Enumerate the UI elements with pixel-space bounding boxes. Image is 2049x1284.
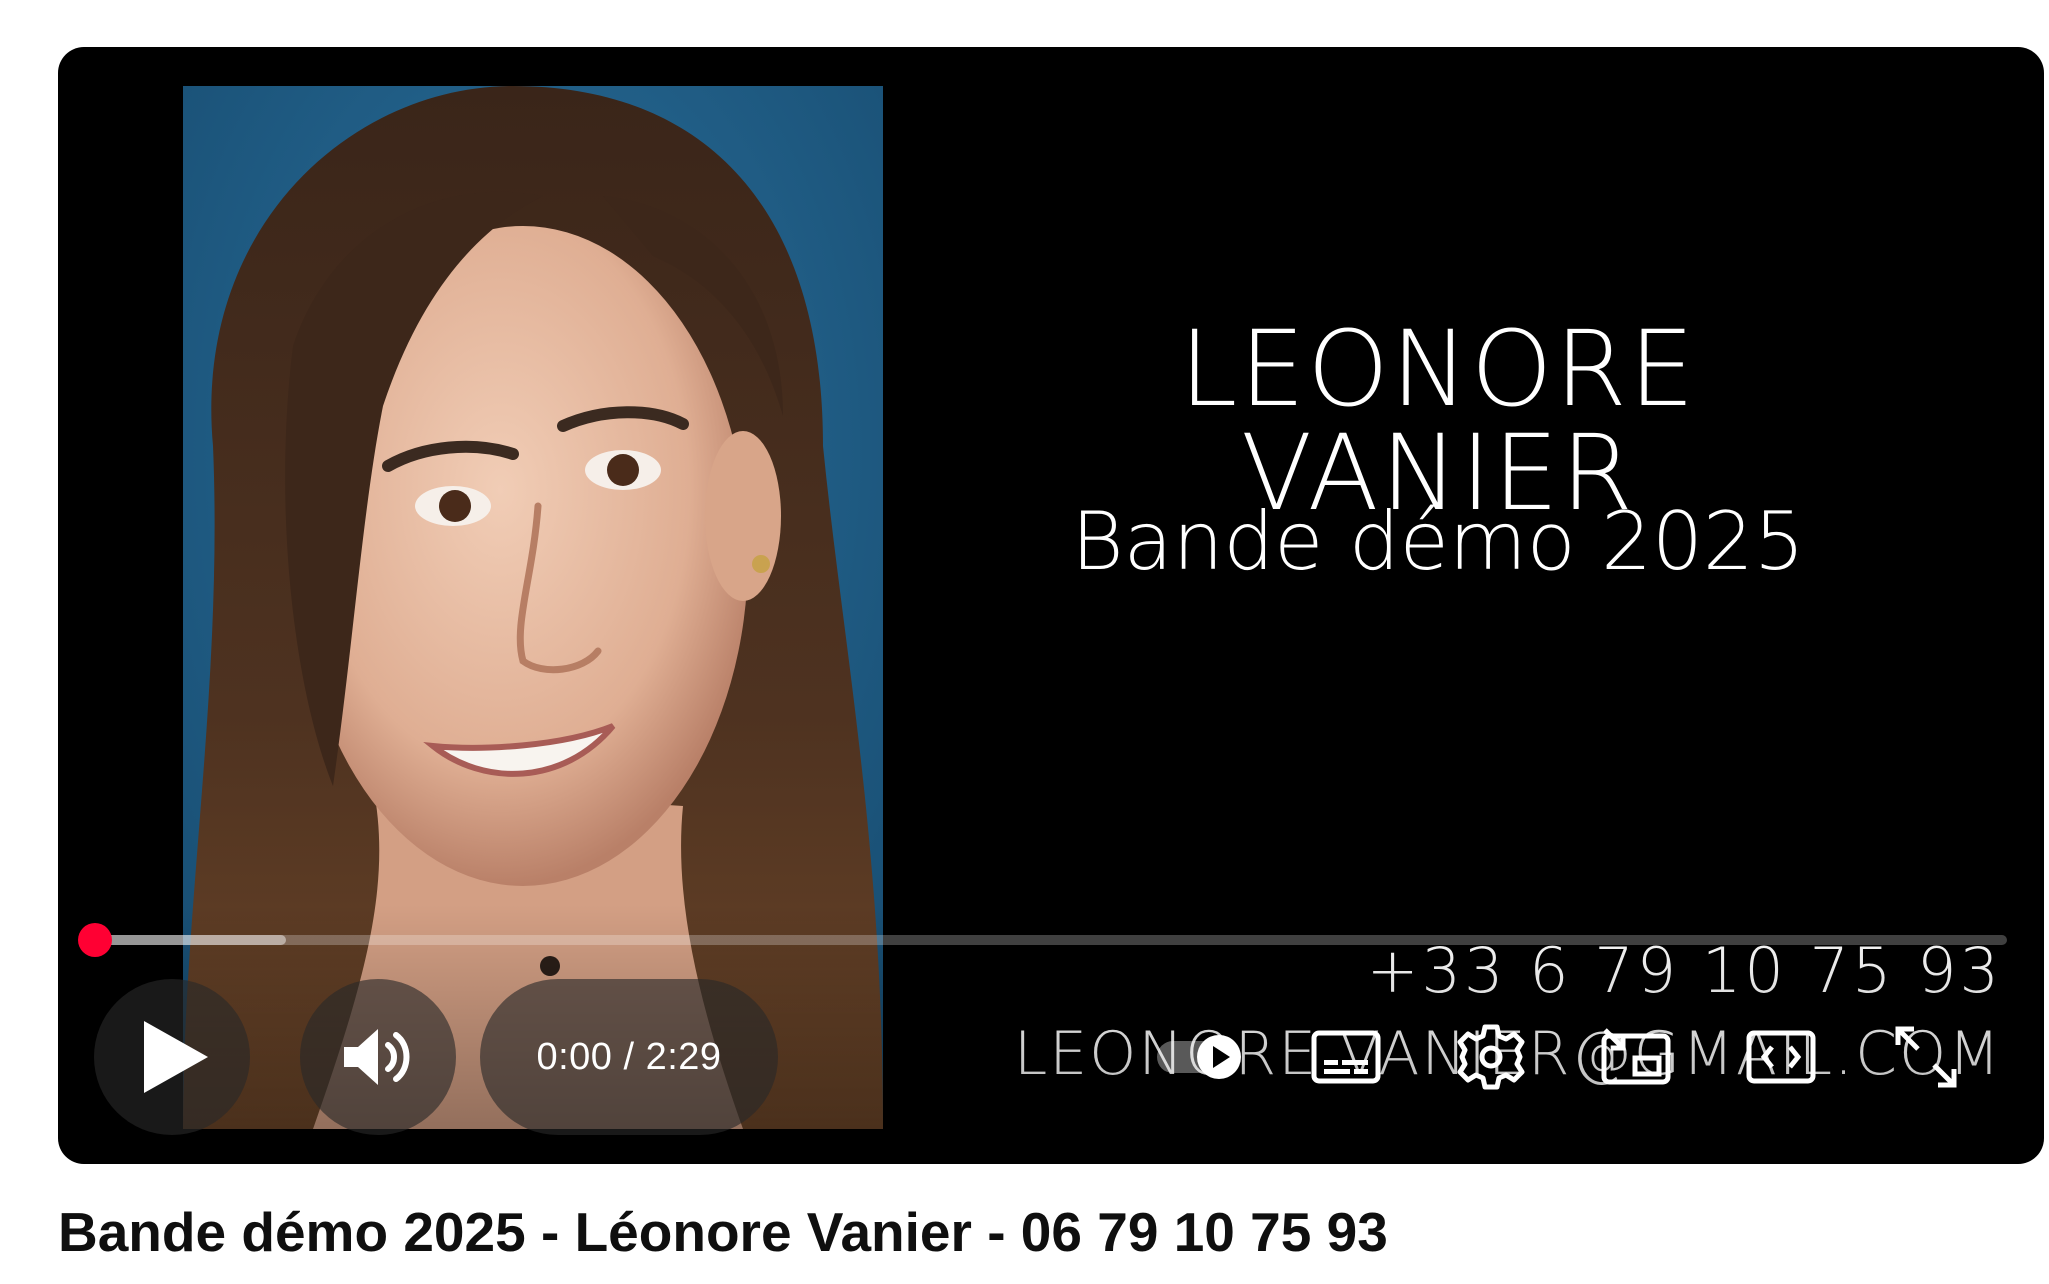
video-title: Bande démo 2025 - Léonore Vanier - 06 79… [58,1201,1388,1263]
subtitles-button[interactable] [1298,1009,1394,1105]
video-player[interactable]: LEONORE VANIER Bande démo 2025 +33 6 79 … [58,47,2044,1164]
fullscreen-button[interactable] [1878,1009,1974,1105]
miniplayer-button[interactable] [1588,1009,1684,1105]
play-icon [144,1021,208,1093]
theater-mode-icon [1746,1030,1816,1084]
progress-bar[interactable] [78,923,2007,957]
progress-scrubber[interactable] [78,923,112,957]
progress-buffered [95,935,287,945]
overlay-phone: +33 6 79 10 75 93 [1366,934,2002,1007]
gear-icon [1457,1024,1525,1090]
portrait-illustration [183,86,883,1129]
volume-button[interactable] [300,979,456,1135]
time-display: 0:00 / 2:29 [480,979,778,1135]
settings-button[interactable] [1443,1009,1539,1105]
play-button[interactable] [94,979,250,1135]
autoplay-toggle-icon [1157,1035,1241,1079]
page: LEONORE VANIER Bande démo 2025 +33 6 79 … [0,0,2049,1284]
portrait-photo [183,86,883,1129]
overlay-actor-name: LEONORE VANIER [1179,308,1697,534]
fullscreen-icon [1895,1026,1957,1088]
overlay-subtitle: Bande démo 2025 [1071,495,1805,588]
miniplayer-icon [1601,1028,1671,1085]
autoplay-toggle[interactable] [1153,1009,1249,1105]
subtitles-icon [1311,1030,1381,1084]
volume-icon [344,1029,410,1085]
theater-mode-button[interactable] [1733,1009,1829,1105]
